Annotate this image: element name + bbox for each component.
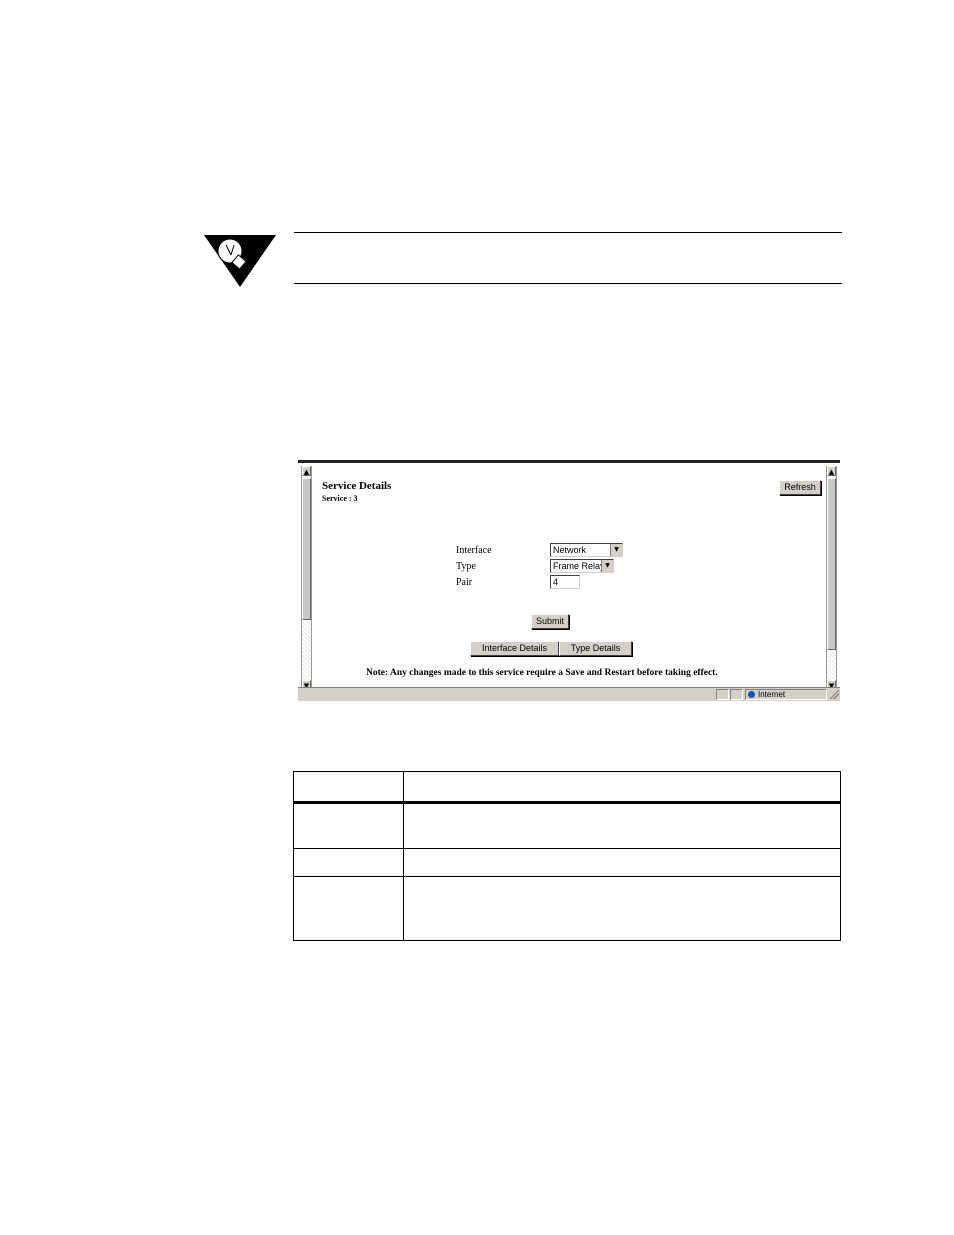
submit-button[interactable]: Submit [531,614,569,629]
globe-icon [748,691,755,699]
table-column-divider [403,772,404,940]
type-label: Type [456,561,476,572]
pair-label: Pair [456,577,473,588]
tip-rule-bottom [294,283,842,284]
status-cell [716,689,729,700]
pair-input[interactable]: 4 [550,575,580,589]
scroll-thumb[interactable] [827,478,836,650]
service-details-window: ▲ ▼ ▲ ▼ Service Details Service : 3 Refr… [298,460,840,701]
interface-select-value: Network [553,545,587,555]
refresh-button[interactable]: Refresh [779,480,821,495]
right-scrollbar[interactable]: ▲ ▼ [826,466,837,690]
status-cell [730,689,743,700]
browser-status-bar: Internet [298,687,840,701]
type-select-value: Frame Relay [553,561,605,571]
interface-details-button[interactable]: Interface Details [470,641,559,656]
zone-label: Internet [758,690,786,699]
page-title: Service Details [322,480,392,492]
lightbulb-tip-icon [204,235,276,287]
tip-rule-top [294,232,842,233]
left-scrollbar[interactable]: ▲ ▼ [301,466,312,690]
table-row-divider [294,848,840,849]
table-row-divider [294,876,840,877]
service-number: Service : 3 [322,494,358,503]
security-zone: Internet [745,689,827,700]
type-details-button[interactable]: Type Details [559,641,632,656]
scroll-thumb[interactable] [302,478,311,620]
description-table [293,771,841,941]
scroll-up-arrow-icon[interactable]: ▲ [302,466,311,476]
save-restart-note: Note: Any changes made to this service r… [366,668,718,678]
resize-grip-icon[interactable] [830,690,839,699]
interface-label: Interface [456,545,492,556]
scroll-up-arrow-icon[interactable]: ▲ [827,466,836,476]
chevron-down-icon[interactable]: ▼ [601,560,613,572]
table-header-divider [294,801,840,804]
interface-select[interactable]: Network ▼ [550,543,623,557]
type-select[interactable]: Frame Relay ▼ [550,559,614,573]
chevron-down-icon[interactable]: ▼ [610,544,622,556]
